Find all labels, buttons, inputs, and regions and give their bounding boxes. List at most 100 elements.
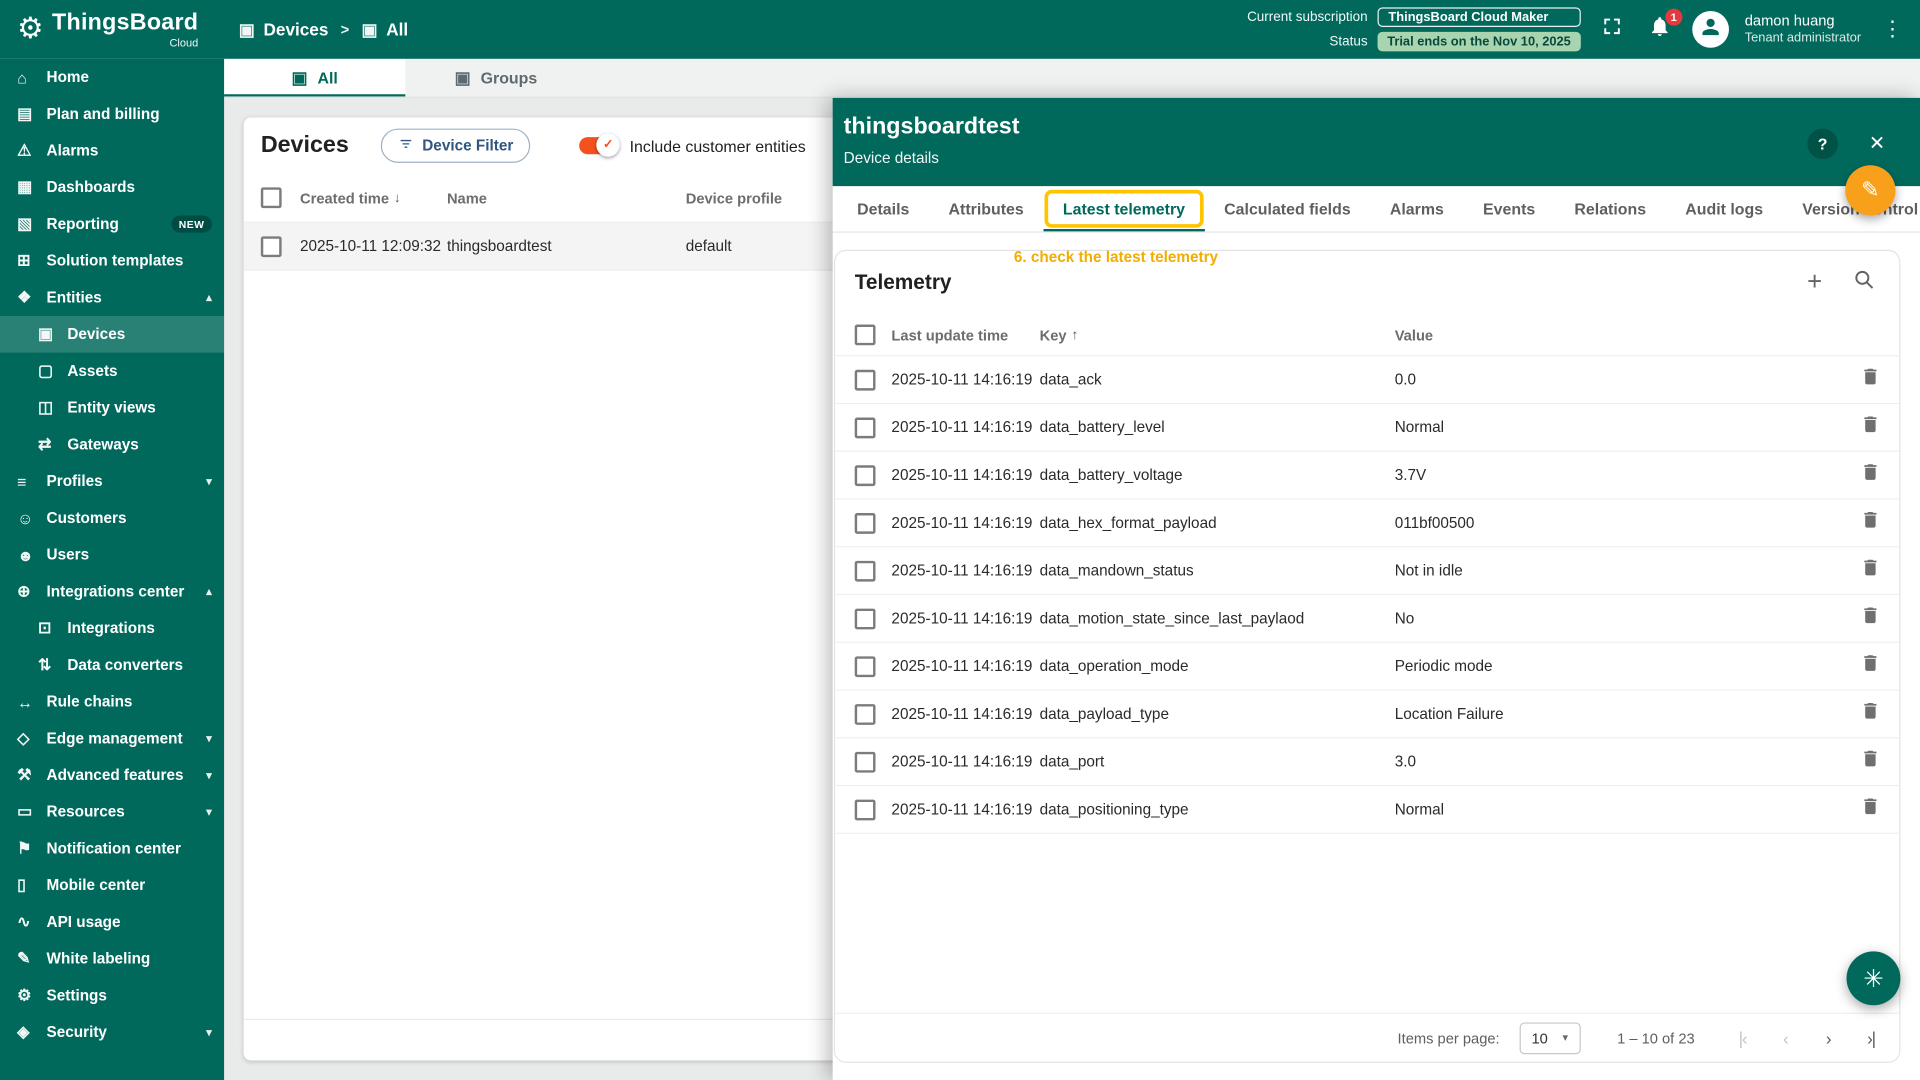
sidebar-item-white-labeling[interactable]: ✎ White labeling xyxy=(0,940,224,977)
drawer-tab-attributes[interactable]: Attributes xyxy=(929,186,1043,231)
sidebar-item-users[interactable]: ☻ Users xyxy=(0,536,224,573)
telemetry-row[interactable]: 2025-10-11 14:16:19 data_positioning_typ… xyxy=(835,786,1899,834)
first-page-button[interactable]: |‹ xyxy=(1724,1019,1761,1056)
sidebar-item-assets[interactable]: ▢ Assets xyxy=(0,353,224,390)
row-checkbox[interactable] xyxy=(855,608,876,629)
drawer-tab-relations[interactable]: Relations xyxy=(1555,186,1666,231)
telemetry-row[interactable]: 2025-10-11 14:16:19 data_battery_voltage… xyxy=(835,452,1899,500)
sidebar-item-mobile-center[interactable]: ▯ Mobile center xyxy=(0,867,224,904)
sidebar-item-api-usage[interactable]: ∿ API usage xyxy=(0,904,224,941)
edit-device-fab[interactable]: ✎ xyxy=(1845,165,1895,215)
sidebar-item-reporting[interactable]: ▧ Reporting NEW xyxy=(0,206,224,243)
drawer-tab-alarms[interactable]: Alarms xyxy=(1370,186,1463,231)
close-button[interactable]: ✕ xyxy=(1862,129,1891,158)
row-checkbox[interactable] xyxy=(855,369,876,390)
drawer-tab-latest-telemetry[interactable]: Latest telemetry xyxy=(1043,186,1204,231)
telemetry-row[interactable]: 2025-10-11 14:16:19 data_ack 0.0 xyxy=(835,356,1899,404)
logo-gear-icon: ⚙ xyxy=(17,15,43,44)
breadcrumb-all[interactable]: ▣ All xyxy=(361,19,408,40)
advanced-features-icon: ⚒ xyxy=(17,765,46,785)
telemetry-row[interactable]: 2025-10-11 14:16:19 data_operation_mode … xyxy=(835,643,1899,691)
include-customer-entities-toggle[interactable]: ✓ xyxy=(579,137,616,154)
last-page-button[interactable]: ›| xyxy=(1853,1019,1890,1056)
sidebar-item-home[interactable]: ⌂ Home xyxy=(0,59,224,96)
row-checkbox[interactable] xyxy=(855,656,876,677)
sidebar-item-profiles[interactable]: ≡ Profiles ▾ xyxy=(0,463,224,500)
search-button[interactable] xyxy=(1848,267,1880,299)
more-menu-button[interactable]: ⋮ xyxy=(1877,17,1908,41)
select-all-checkbox[interactable] xyxy=(261,187,282,208)
sidebar-item-rule-chains[interactable]: ↔ Rule chains xyxy=(0,683,224,720)
delete-telemetry-button[interactable] xyxy=(1851,791,1888,828)
reporting-icon: ▧ xyxy=(17,214,46,234)
next-page-button[interactable]: › xyxy=(1810,1019,1847,1056)
delete-telemetry-button[interactable] xyxy=(1851,648,1888,685)
row-checkbox[interactable] xyxy=(855,703,876,724)
telemetry-row[interactable]: 2025-10-11 14:16:19 data_battery_level N… xyxy=(835,404,1899,452)
drawer-tab-calculated-fields[interactable]: Calculated fields xyxy=(1205,186,1371,231)
tab-all[interactable]: ▣ All xyxy=(224,59,405,97)
sidebar-item-edge-management[interactable]: ◇ Edge management ▾ xyxy=(0,720,224,757)
delete-telemetry-button[interactable] xyxy=(1851,457,1888,494)
col-created-time[interactable]: Created time ↓ xyxy=(300,189,447,206)
row-checkbox[interactable] xyxy=(855,560,876,581)
delete-telemetry-button[interactable] xyxy=(1851,361,1888,398)
avatar[interactable] xyxy=(1692,11,1729,48)
drawer-tab-audit-logs[interactable]: Audit logs xyxy=(1666,186,1783,231)
col-last-update-time[interactable]: Last update time xyxy=(891,326,1039,343)
telemetry-row[interactable]: 2025-10-11 14:16:19 data_motion_state_si… xyxy=(835,595,1899,643)
sidebar-item-entity-views[interactable]: ◫ Entity views xyxy=(0,389,224,426)
select-all-checkbox[interactable] xyxy=(855,324,876,345)
sidebar-item-dashboards[interactable]: ▦ Dashboards xyxy=(0,169,224,206)
sidebar-item-notification-center[interactable]: ⚑ Notification center xyxy=(0,830,224,867)
delete-telemetry-button[interactable] xyxy=(1851,504,1888,541)
sidebar-item-plan-and-billing[interactable]: ▤ Plan and billing xyxy=(0,96,224,133)
sidebar-item-resources[interactable]: ▭ Resources ▾ xyxy=(0,793,224,830)
sidebar-item-integrations-center[interactable]: ⊕ Integrations center ▴ xyxy=(0,573,224,610)
sidebar-item-gateways[interactable]: ⇄ Gateways xyxy=(0,426,224,463)
subscription-chip[interactable]: ThingsBoard Cloud Maker xyxy=(1377,7,1580,27)
sidebar-item-customers[interactable]: ☺ Customers xyxy=(0,500,224,537)
delete-telemetry-button[interactable] xyxy=(1851,552,1888,589)
sidebar-item-alarms[interactable]: ⚠ Alarms xyxy=(0,132,224,169)
device-filter-button[interactable]: Device Filter xyxy=(381,129,531,163)
assistant-fab[interactable]: ✳ xyxy=(1847,951,1901,1005)
notifications-button[interactable]: 1 xyxy=(1644,13,1676,45)
row-checkbox[interactable] xyxy=(855,465,876,486)
delete-telemetry-button[interactable] xyxy=(1851,600,1888,637)
col-name[interactable]: Name xyxy=(447,189,686,206)
breadcrumb-devices[interactable]: ▣ Devices xyxy=(239,19,329,40)
help-button[interactable]: ? xyxy=(1807,129,1838,160)
row-checkbox[interactable] xyxy=(855,417,876,438)
thingsboard-logo[interactable]: ⚙ ThingsBoard Cloud xyxy=(0,10,224,48)
delete-telemetry-button[interactable] xyxy=(1851,743,1888,780)
row-checkbox[interactable] xyxy=(855,799,876,820)
telemetry-row[interactable]: 2025-10-11 14:16:19 data_payload_type Lo… xyxy=(835,691,1899,739)
col-value[interactable]: Value xyxy=(1395,326,1841,343)
sidebar-item-solution-templates[interactable]: ⊞ Solution templates xyxy=(0,242,224,279)
delete-telemetry-button[interactable] xyxy=(1851,409,1888,446)
tab-groups[interactable]: ▣ Groups xyxy=(405,59,586,97)
sidebar-item-settings[interactable]: ⚙ Settings xyxy=(0,977,224,1014)
sidebar-item-integrations[interactable]: ⊡ Integrations xyxy=(0,610,224,647)
drawer-tab-details[interactable]: Details xyxy=(838,186,929,231)
sidebar-item-devices[interactable]: ▣ Devices xyxy=(0,316,224,353)
telemetry-row[interactable]: 2025-10-11 14:16:19 data_hex_format_payl… xyxy=(835,500,1899,548)
previous-page-button[interactable]: ‹ xyxy=(1767,1019,1804,1056)
col-key[interactable]: Key ↑ xyxy=(1040,326,1395,343)
delete-telemetry-button[interactable] xyxy=(1851,696,1888,733)
drawer-tab-events[interactable]: Events xyxy=(1463,186,1554,231)
sidebar-item-entities[interactable]: ❖ Entities ▴ xyxy=(0,279,224,316)
sidebar-item-security[interactable]: ◈ Security ▾ xyxy=(0,1014,224,1051)
user-info[interactable]: damon huang Tenant administrator xyxy=(1745,12,1861,46)
sidebar-item-advanced-features[interactable]: ⚒ Advanced features ▾ xyxy=(0,757,224,794)
telemetry-row[interactable]: 2025-10-11 14:16:19 data_mandown_status … xyxy=(835,547,1899,595)
add-telemetry-button[interactable]: + xyxy=(1799,267,1831,299)
sidebar-item-data-converters[interactable]: ⇅ Data converters xyxy=(0,647,224,684)
row-checkbox[interactable] xyxy=(855,751,876,772)
items-per-page-select[interactable]: 10 ▾ xyxy=(1519,1022,1580,1054)
fullscreen-button[interactable] xyxy=(1597,13,1629,45)
row-checkbox[interactable] xyxy=(261,236,282,257)
telemetry-row[interactable]: 2025-10-11 14:16:19 data_port 3.0 xyxy=(835,738,1899,786)
row-checkbox[interactable] xyxy=(855,512,876,533)
